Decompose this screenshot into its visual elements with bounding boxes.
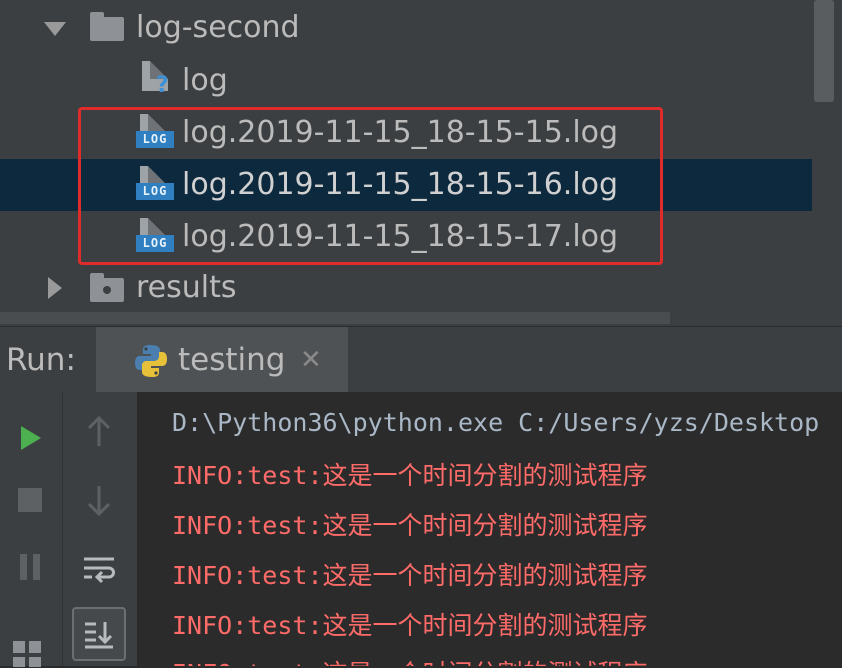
python-icon bbox=[135, 345, 167, 377]
tab-testing[interactable]: testing ✕ bbox=[96, 327, 348, 393]
console-line: INFO:test:这是一个时间分割的测试程序 bbox=[172, 611, 648, 640]
expand-arrow-icon[interactable] bbox=[44, 22, 66, 36]
close-icon[interactable]: ✕ bbox=[300, 327, 322, 393]
pause-icon bbox=[20, 554, 40, 580]
arrow-up-icon bbox=[87, 416, 111, 446]
collapse-arrow-icon[interactable] bbox=[48, 277, 62, 299]
tree-item-results[interactable]: results bbox=[0, 262, 812, 314]
rerun-button[interactable] bbox=[10, 418, 50, 458]
project-tree: log-second ? log LOG log.2019-11-15_18-1… bbox=[0, 0, 842, 326]
console-command-line: D:\Python36\python.exe C:/Users/yzs/Desk… bbox=[172, 408, 820, 437]
console-line: INFO:test:这是一个时间分割的测试程序 bbox=[172, 654, 648, 666]
soft-wrap-button[interactable] bbox=[79, 549, 119, 589]
run-toolbar: Run: testing ✕ bbox=[0, 326, 842, 393]
horizontal-scrollbar[interactable] bbox=[0, 312, 670, 324]
scroll-to-end-button[interactable] bbox=[72, 607, 126, 661]
stop-button[interactable] bbox=[10, 480, 50, 520]
tree-item-label: log-second bbox=[136, 10, 300, 45]
console-line: INFO:test:这是一个时间分割的测试程序 bbox=[172, 561, 648, 590]
highlight-box bbox=[78, 107, 663, 265]
vertical-scrollbar[interactable] bbox=[814, 0, 834, 102]
console-line: INFO:test:这是一个时间分割的测试程序 bbox=[172, 511, 648, 540]
layout-button[interactable] bbox=[8, 638, 48, 668]
tree-item-label: log bbox=[182, 63, 228, 98]
unknown-file-icon: ? bbox=[138, 61, 178, 99]
pause-button[interactable] bbox=[10, 547, 50, 587]
tree-item-log-second[interactable]: log-second bbox=[0, 2, 812, 54]
grid-icon bbox=[13, 641, 41, 667]
stop-icon bbox=[18, 488, 42, 512]
tab-label: testing bbox=[178, 342, 286, 378]
console-output[interactable]: D:\Python36\python.exe C:/Users/yzs/Desk… bbox=[138, 392, 842, 666]
folder-icon bbox=[90, 273, 124, 302]
scroll-down-button[interactable] bbox=[79, 480, 119, 520]
wrap-icon bbox=[84, 557, 115, 584]
folder-icon bbox=[90, 12, 124, 41]
console-actions-bar bbox=[63, 392, 138, 666]
tree-item-log[interactable]: ? log bbox=[0, 55, 812, 107]
console-line: INFO:test:这是一个时间分割的测试程序 bbox=[172, 461, 648, 490]
scroll-to-end-icon bbox=[85, 622, 113, 649]
tree-item-label: results bbox=[136, 270, 237, 305]
run-actions-bar bbox=[0, 392, 63, 668]
play-icon bbox=[21, 426, 41, 450]
scroll-up-button[interactable] bbox=[79, 412, 119, 452]
arrow-down-icon bbox=[87, 486, 111, 516]
run-label: Run: bbox=[6, 342, 76, 378]
